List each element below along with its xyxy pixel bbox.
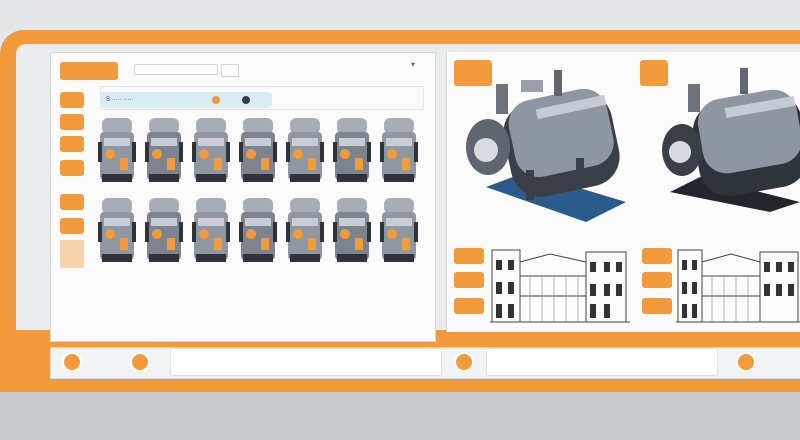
user-icon[interactable] — [736, 352, 756, 372]
preview-mid-button-2[interactable] — [454, 272, 484, 288]
machine-thumbnail[interactable] — [192, 118, 230, 182]
machine-thumbnail[interactable] — [380, 118, 418, 182]
machine-large-1[interactable] — [466, 62, 636, 232]
preview-right-button-1[interactable] — [642, 248, 672, 264]
search-input[interactable] — [134, 64, 218, 75]
machine-grid — [98, 118, 418, 262]
machine-thumbnail[interactable] — [98, 198, 136, 262]
machine-thumbnail[interactable] — [145, 118, 183, 182]
play-icon[interactable] — [454, 352, 474, 372]
gear-icon[interactable] — [62, 352, 82, 372]
machine-thumbnail[interactable] — [192, 198, 230, 262]
settings-icon[interactable] — [130, 352, 150, 372]
status-dot-icon — [242, 96, 250, 104]
machine-thumbnail[interactable] — [98, 118, 136, 182]
preview-right-button-2[interactable] — [642, 272, 672, 288]
status-dot-icon — [212, 96, 220, 104]
building-elevation-2 — [676, 249, 800, 323]
machine-thumbnail[interactable] — [333, 118, 371, 182]
machine-thumbnail[interactable] — [239, 198, 277, 262]
preview-right-button-3[interactable] — [642, 298, 672, 314]
preview-mid-button-1[interactable] — [454, 248, 484, 264]
machine-thumbnail[interactable] — [286, 118, 324, 182]
machine-thumbnail[interactable] — [333, 198, 371, 262]
sidebar-item-3[interactable] — [60, 136, 84, 152]
sidebar-item-1[interactable] — [60, 92, 84, 108]
building-elevation-1 — [490, 249, 630, 323]
top-action-button[interactable] — [60, 62, 118, 80]
machine-thumbnail[interactable] — [239, 118, 277, 182]
sidebar-item-7[interactable] — [60, 240, 84, 268]
toolbar-segment-right[interactable] — [486, 348, 718, 376]
sidebar-item-4[interactable] — [60, 160, 84, 176]
sidebar-item-6[interactable] — [60, 218, 84, 234]
frame-bottom-base — [0, 392, 800, 440]
machine-thumbnail[interactable] — [380, 198, 418, 262]
chevron-down-icon[interactable]: ▾ — [411, 60, 415, 69]
machine-thumbnail[interactable] — [145, 198, 183, 262]
search-option-button[interactable] — [221, 64, 239, 77]
machine-large-2[interactable] — [660, 62, 800, 212]
preview-mid-button-3[interactable] — [454, 298, 484, 314]
sidebar-item-2[interactable] — [60, 114, 84, 130]
machine-thumbnail[interactable] — [286, 198, 324, 262]
toolbar-segment-main[interactable] — [170, 348, 442, 376]
sidebar-item-5[interactable] — [60, 194, 84, 210]
